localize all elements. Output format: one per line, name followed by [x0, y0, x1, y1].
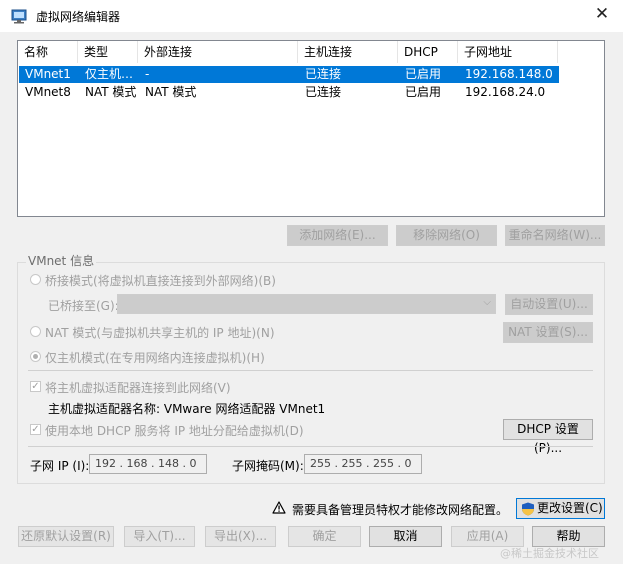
watermark: @稀土掘金技术社区	[500, 547, 599, 560]
restore-defaults-button[interactable]: 还原默认设置(R)	[18, 526, 114, 547]
row-name-cell: VMnet8	[25, 85, 71, 99]
nat-settings-button[interactable]: NAT 设置(S)...	[503, 322, 593, 343]
dhcp-settings-button[interactable]: DHCP 设置(P)...	[503, 419, 593, 455]
row-subnet-cell: 192.168.148.0	[465, 67, 553, 81]
network-editor-icon	[11, 9, 27, 24]
column-header-name[interactable]: 名称	[18, 41, 78, 63]
nat-mode-label: NAT 模式(与虚拟机共享主机的 IP 地址)(N)	[45, 326, 275, 340]
auto-settings-button[interactable]: 自动设置(U)...	[505, 294, 593, 315]
row-subnet-cell: 192.168.24.0	[465, 85, 546, 99]
chevron-down-icon: ⌵	[483, 297, 491, 308]
host-only-radio[interactable]	[30, 351, 41, 362]
add-network-button[interactable]: 添加网络(E)...	[287, 225, 388, 246]
network-list[interactable]: 名称 类型 外部连接 主机连接 DHCP 子网地址 VMnet1 仅主机… - …	[17, 40, 605, 217]
bridge-mode-label: 桥接模式(将虚拟机直接连接到外部网络)(B)	[45, 274, 276, 288]
subnet-ip-field[interactable]: 192 . 168 . 148 . 0	[89, 454, 207, 474]
divider	[28, 370, 593, 371]
row-dhcp-cell: 已启用	[405, 85, 442, 99]
subnet-mask-field[interactable]: 255 . 255 . 255 . 0	[304, 454, 422, 474]
column-header-host[interactable]: 主机连接	[298, 41, 398, 63]
warning-icon	[272, 501, 286, 514]
table-row[interactable]: VMnet8 NAT 模式 NAT 模式 已连接 已启用 192.168.24.…	[19, 84, 559, 101]
row-dhcp-cell: 已启用	[405, 67, 442, 81]
window-title: 虚拟网络编辑器	[36, 10, 121, 24]
column-header-type[interactable]: 类型	[78, 41, 138, 63]
row-name-cell: VMnet1	[25, 67, 71, 81]
table-row[interactable]: VMnet1 仅主机… - 已连接 已启用 192.168.148.0	[19, 66, 559, 83]
change-settings-label: 更改设置(C)	[537, 501, 603, 515]
help-button[interactable]: 帮助	[532, 526, 605, 547]
bridged-to-label: 已桥接至(G):	[48, 299, 119, 313]
connect-adapter-label: 将主机虚拟适配器连接到此网络(V)	[45, 381, 231, 395]
admin-message: 需要具备管理员特权才能修改网络配置。	[292, 503, 509, 517]
dhcp-checkbox[interactable]: ✓	[30, 424, 41, 435]
vmnet-info-legend: VMnet 信息	[26, 252, 97, 269]
adapter-name-label: 主机虚拟适配器名称: VMware 网络适配器 VMnet1	[48, 402, 326, 416]
column-header-dhcp[interactable]: DHCP	[398, 41, 458, 63]
divider	[28, 446, 593, 447]
close-icon[interactable]: ✕	[593, 5, 611, 23]
nat-mode-radio[interactable]	[30, 326, 41, 337]
shield-icon	[522, 502, 534, 516]
host-only-label: 仅主机模式(在专用网络内连接虚拟机)(H)	[45, 351, 265, 365]
bridge-mode-radio[interactable]	[30, 274, 41, 285]
change-settings-button[interactable]: 更改设置(C)	[516, 498, 605, 519]
row-type-cell: NAT 模式	[85, 85, 137, 99]
row-host-cell: 已连接	[305, 67, 342, 81]
row-external-cell: -	[145, 67, 150, 81]
column-header-subnet[interactable]: 子网地址	[458, 41, 558, 63]
column-header-external[interactable]: 外部连接	[138, 41, 298, 63]
cancel-button[interactable]: 取消	[369, 526, 442, 547]
dhcp-label: 使用本地 DHCP 服务将 IP 地址分配给虚拟机(D)	[45, 424, 304, 438]
row-type-cell: 仅主机…	[85, 67, 134, 81]
rename-network-button[interactable]: 重命名网络(W)...	[505, 225, 605, 246]
import-button[interactable]: 导入(T)...	[124, 526, 195, 547]
subnet-ip-label: 子网 IP (I):	[30, 459, 90, 473]
row-host-cell: 已连接	[305, 85, 342, 99]
apply-button[interactable]: 应用(A)	[451, 526, 524, 547]
export-button[interactable]: 导出(X)...	[205, 526, 276, 547]
row-external-cell: NAT 模式	[145, 85, 197, 99]
subnet-mask-label: 子网掩码(M):	[232, 459, 304, 473]
bridged-to-select[interactable]: ⌵	[117, 294, 496, 314]
connect-adapter-checkbox[interactable]: ✓	[30, 381, 41, 392]
ok-button[interactable]: 确定	[288, 526, 361, 547]
remove-network-button[interactable]: 移除网络(O)	[396, 225, 497, 246]
